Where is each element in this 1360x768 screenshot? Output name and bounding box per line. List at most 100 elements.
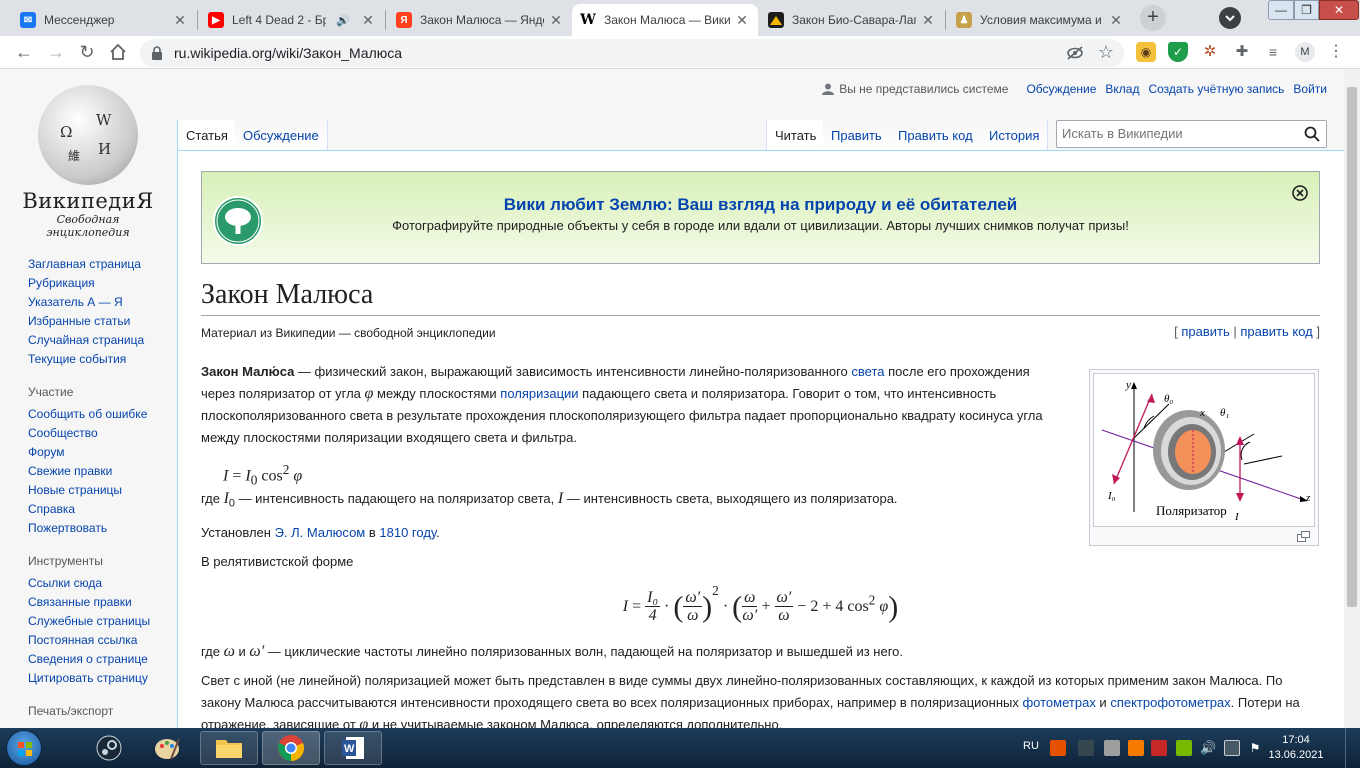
taskbar-paint[interactable] — [138, 731, 196, 765]
user-contributions-link[interactable]: Вклад — [1105, 82, 1139, 96]
tray-app-icon[interactable] — [1050, 740, 1066, 756]
close-tab-icon[interactable]: ✕ — [172, 12, 188, 29]
close-tab-icon[interactable]: ✕ — [920, 12, 936, 29]
network-icon[interactable] — [1224, 740, 1240, 756]
close-tab-icon[interactable]: ✕ — [360, 12, 376, 29]
close-icon[interactable] — [1292, 185, 1308, 201]
sidebar-item-community[interactable]: Сообщество — [28, 424, 178, 443]
bookmark-star-icon[interactable]: ☆ — [1098, 42, 1114, 63]
sidebar-item-cite-page[interactable]: Цитировать страницу — [28, 669, 178, 688]
sidebar-item-donate[interactable]: Пожертвовать — [28, 519, 178, 538]
minimize-button[interactable]: — — [1268, 0, 1294, 20]
login-link[interactable]: Войти — [1293, 82, 1327, 96]
start-button[interactable] — [6, 730, 42, 766]
close-tab-icon[interactable]: ✕ — [734, 12, 750, 29]
sidebar-item-featured[interactable]: Избранные статьи — [28, 312, 178, 331]
sidebar-item-permanent-link[interactable]: Постоянная ссылка — [28, 631, 178, 650]
sidebar-item-main-page[interactable]: Заглавная страница — [28, 255, 178, 274]
sidebar-item-random[interactable]: Случайная страница — [28, 331, 178, 350]
sidebar-item-index[interactable]: Указатель А — Я — [28, 293, 178, 312]
link-spectrophotometers[interactable]: спектрофотометрах — [1110, 695, 1230, 710]
media-playlist-icon[interactable]: ≡ — [1263, 42, 1283, 62]
system-clock[interactable]: 17:04 13.06.2021 — [1266, 733, 1326, 763]
restore-button[interactable]: ❐ — [1294, 0, 1319, 20]
sidebar-item-related-changes[interactable]: Связанные правки — [28, 593, 178, 612]
sidebar-item-recent-changes[interactable]: Свежие правки — [28, 462, 178, 481]
tab-search-icon[interactable] — [1219, 7, 1241, 29]
sidebar-item-forum[interactable]: Форум — [28, 443, 178, 462]
flag-icon[interactable]: ⚑ — [1247, 740, 1263, 756]
taskbar-steam[interactable] — [80, 731, 138, 765]
sidebar-heading-print[interactable]: Печать/экспорт — [28, 704, 178, 718]
link-photometers[interactable]: фотометрах — [1022, 695, 1095, 710]
paint-palette-icon — [155, 738, 180, 760]
extensions-puzzle-icon[interactable]: ✚ — [1232, 42, 1252, 62]
tab-bio-savart[interactable]: Закон Био-Савара-Лапласа ✕ — [760, 4, 944, 36]
forward-arrow-icon[interactable]: → — [44, 40, 68, 64]
edit-link[interactable]: править — [1181, 324, 1229, 339]
link-malus[interactable]: Э. Л. Малюсом — [275, 525, 366, 540]
new-tab-button[interactable]: + — [1140, 5, 1166, 31]
tray-app-icon[interactable] — [1104, 740, 1120, 756]
profile-avatar[interactable]: M — [1295, 42, 1315, 62]
edit-source-link[interactable]: править код — [1240, 324, 1312, 339]
eye-off-icon[interactable] — [1066, 45, 1084, 61]
create-account-link[interactable]: Создать учётную запись — [1148, 82, 1284, 96]
close-tab-icon[interactable]: ✕ — [548, 12, 564, 29]
tab-read[interactable]: Читать — [766, 120, 826, 150]
tab-talk[interactable]: Обсуждение — [235, 120, 328, 150]
sidebar-item-help[interactable]: Справка — [28, 500, 178, 519]
sidebar-item-what-links-here[interactable]: Ссылки сюда — [28, 574, 178, 593]
tab-edit[interactable]: Править — [823, 120, 891, 150]
nvidia-icon[interactable] — [1176, 740, 1192, 756]
tab-article[interactable]: Статья — [177, 120, 237, 150]
audio-playing-icon[interactable]: 🔊 — [330, 14, 356, 27]
page-scrollbar[interactable] — [1344, 69, 1360, 728]
banner-title[interactable]: Вики любит Землю: Ваш взгляд на природу … — [202, 195, 1319, 215]
wikipedia-logo[interactable]: Ω W И 維 ВикипедиЯ Свободная энциклопедия — [18, 85, 158, 239]
tab-history[interactable]: История — [981, 120, 1049, 150]
tab-messenger[interactable]: ✉ Мессенджер ✕ — [12, 4, 196, 36]
close-window-button[interactable]: ✕ — [1319, 0, 1359, 20]
sidebar-item-report-error[interactable]: Сообщить об ошибке — [28, 405, 178, 424]
language-indicator[interactable]: RU — [1023, 740, 1039, 752]
extension-owl-icon[interactable]: ◉ — [1136, 42, 1156, 62]
wiki-search-box[interactable] — [1056, 120, 1327, 148]
adguard-shield-icon[interactable]: ✓ — [1168, 42, 1188, 62]
address-bar[interactable]: ru.wikipedia.org/wiki/Закон_Малюса ☆ — [140, 39, 1124, 67]
tab-yandex[interactable]: Я Закон Малюса — Яндекс ✕ — [388, 4, 572, 36]
taskbar-explorer[interactable] — [200, 731, 258, 765]
browser-menu-icon[interactable]: ⋮ — [1326, 42, 1346, 62]
tab-conditions[interactable]: ♟ Условия максимума и минимума ✕ — [948, 4, 1132, 36]
tab-youtube[interactable]: ▶ Left 4 Dead 2 - Бри 🔊 ✕ — [200, 4, 384, 36]
link-polarization[interactable]: поляризации — [500, 386, 578, 401]
tab-wikipedia-active[interactable]: W Закон Малюса — Википедия ✕ — [572, 4, 758, 36]
tray-app-icon[interactable] — [1078, 740, 1094, 756]
tab-edit-source[interactable]: Править код — [890, 120, 982, 150]
sidebar-item-current-events[interactable]: Текущие события — [28, 350, 178, 369]
reload-icon[interactable]: ↻ — [75, 40, 99, 64]
fraction: I₀ 4 — [645, 589, 661, 624]
sidebar-item-page-info[interactable]: Сведения о странице — [28, 650, 178, 669]
show-desktop-button[interactable] — [1345, 728, 1360, 768]
sidebar-item-categories[interactable]: Рубрикация — [28, 274, 178, 293]
tray-app-icon[interactable] — [1151, 740, 1167, 756]
volume-icon[interactable]: 🔊 — [1200, 740, 1216, 756]
url-text[interactable]: ru.wikipedia.org/wiki/Закон_Малюса — [174, 45, 402, 61]
link-light[interactable]: света — [851, 364, 884, 379]
taskbar-chrome[interactable] — [262, 731, 320, 765]
home-icon[interactable] — [106, 40, 130, 64]
back-arrow-icon[interactable]: ← — [12, 40, 36, 64]
close-tab-icon[interactable]: ✕ — [1108, 12, 1124, 29]
sidebar-item-new-pages[interactable]: Новые страницы — [28, 481, 178, 500]
scrollbar-thumb[interactable] — [1347, 87, 1357, 607]
search-icon[interactable] — [1304, 126, 1320, 142]
lock-icon[interactable] — [150, 45, 164, 61]
sidebar-item-special-pages[interactable]: Служебные страницы — [28, 612, 178, 631]
user-talk-link[interactable]: Обсуждение — [1026, 82, 1096, 96]
search-input[interactable] — [1062, 126, 1292, 141]
extension-bug-icon[interactable]: ✲ — [1200, 42, 1220, 62]
taskbar-word[interactable]: W — [324, 731, 382, 765]
link-1810[interactable]: 1810 году — [379, 525, 436, 540]
tray-app-icon[interactable] — [1128, 740, 1144, 756]
